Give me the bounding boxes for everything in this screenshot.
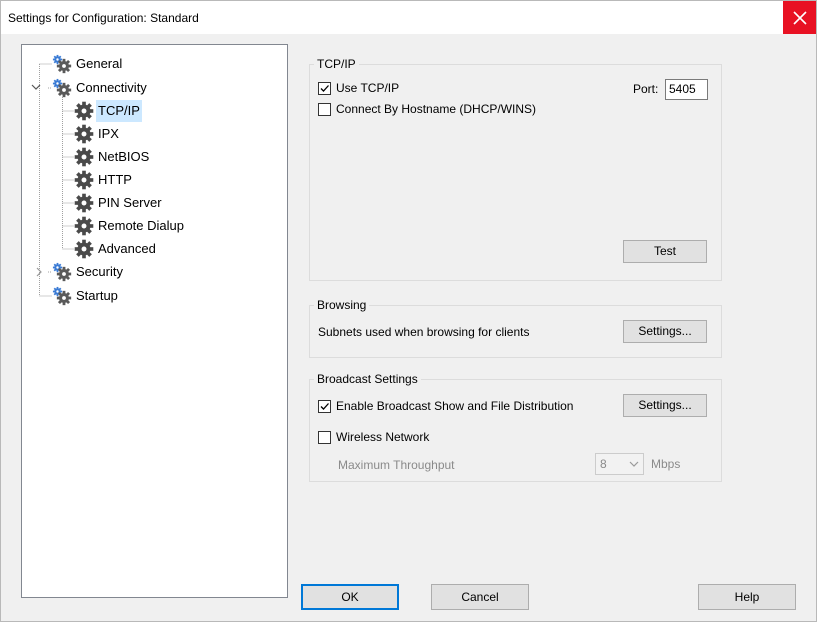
tree-item-remote-dialup[interactable]: Remote Dialup <box>74 215 274 237</box>
tree-item-label: Startup <box>76 288 118 303</box>
enable-broadcast-checkbox[interactable] <box>318 400 331 413</box>
checkmark-icon <box>320 85 329 92</box>
port-input[interactable]: 5405 <box>665 79 708 100</box>
gear-icon <box>74 147 94 167</box>
throughput-select: 8 <box>595 453 644 475</box>
tree-item-http[interactable]: HTTP <box>74 169 274 191</box>
tree-item-label: PIN Server <box>98 195 162 210</box>
gear-icon <box>74 193 94 213</box>
tree-item-security[interactable]: Security <box>52 261 252 283</box>
checkmark-icon <box>320 403 329 410</box>
tree-item-label: TCP/IP <box>96 100 142 122</box>
gear-icon <box>74 124 94 144</box>
tree-item-label: NetBIOS <box>98 149 150 164</box>
tree-item-label: IPX <box>98 126 119 141</box>
tree-item-label: Security <box>76 264 123 279</box>
tree-item-label: HTTP <box>98 172 132 187</box>
chevron-down-icon <box>629 461 639 467</box>
tree-item-startup[interactable]: Startup <box>52 285 252 307</box>
tree-item-tcp-ip[interactable]: TCP/IP <box>74 100 274 122</box>
tree-item-ipx[interactable]: IPX <box>74 123 274 145</box>
gear-icon <box>74 170 94 190</box>
tree-item-label: Remote Dialup <box>98 218 184 233</box>
use-tcpip-label[interactable]: Use TCP/IP <box>336 81 399 95</box>
gear-icon <box>74 239 94 259</box>
tcpip-legend: TCP/IP <box>317 57 356 71</box>
settings-tree[interactable]: General Connectivity TCP/IP IPX NetBIOS HTTP P… <box>21 44 288 598</box>
use-tcpip-checkbox[interactable] <box>318 82 331 95</box>
port-label: Port: <box>633 82 659 96</box>
gear-icon <box>74 216 94 236</box>
tree-item-label: Advanced <box>98 241 156 256</box>
tree-item-pin-server[interactable]: PIN Server <box>74 192 274 214</box>
tree-item-label: Connectivity <box>76 80 147 95</box>
throughput-value: 8 <box>600 457 607 471</box>
help-button[interactable]: Help <box>698 584 796 610</box>
browsing-settings-button[interactable]: Settings... <box>623 320 707 343</box>
ok-button[interactable]: OK <box>301 584 399 610</box>
enable-broadcast-label[interactable]: Enable Broadcast Show and File Distribut… <box>336 399 573 413</box>
tree-item-connectivity[interactable]: Connectivity <box>52 77 252 99</box>
broadcast-legend: Broadcast Settings <box>317 372 418 386</box>
wireless-network-label[interactable]: Wireless Network <box>336 430 429 444</box>
browsing-description: Subnets used when browsing for clients <box>318 325 530 339</box>
cancel-button[interactable]: Cancel <box>431 584 529 610</box>
wireless-network-checkbox[interactable] <box>318 431 331 444</box>
tree-item-advanced[interactable]: Advanced <box>74 238 274 260</box>
gear-icon <box>74 101 94 121</box>
test-button[interactable]: Test <box>623 240 707 263</box>
window-title: Settings for Configuration: Standard <box>8 11 199 25</box>
connect-by-hostname-label[interactable]: Connect By Hostname (DHCP/WINS) <box>336 102 536 116</box>
tree-item-label: General <box>76 56 123 71</box>
close-icon <box>792 10 807 25</box>
browsing-legend: Browsing <box>317 298 367 312</box>
gear-cluster-icon <box>52 286 72 306</box>
chevron-down-icon <box>31 84 41 90</box>
gear-cluster-icon <box>52 262 72 282</box>
settings-dialog: Settings for Configuration: Standard Gen… <box>0 0 817 622</box>
connect-by-hostname-checkbox[interactable] <box>318 103 331 116</box>
gear-cluster-icon <box>52 54 72 74</box>
tree-item-netbios[interactable]: NetBIOS <box>74 146 274 168</box>
throughput-unit: Mbps <box>651 457 681 471</box>
max-throughput-label: Maximum Throughput <box>338 458 455 472</box>
tree-item-general[interactable]: General <box>52 53 252 75</box>
gear-cluster-icon <box>52 78 72 98</box>
broadcast-settings-button[interactable]: Settings... <box>623 394 707 417</box>
title-bar: Settings for Configuration: Standard <box>1 1 816 34</box>
close-button[interactable] <box>783 1 816 34</box>
